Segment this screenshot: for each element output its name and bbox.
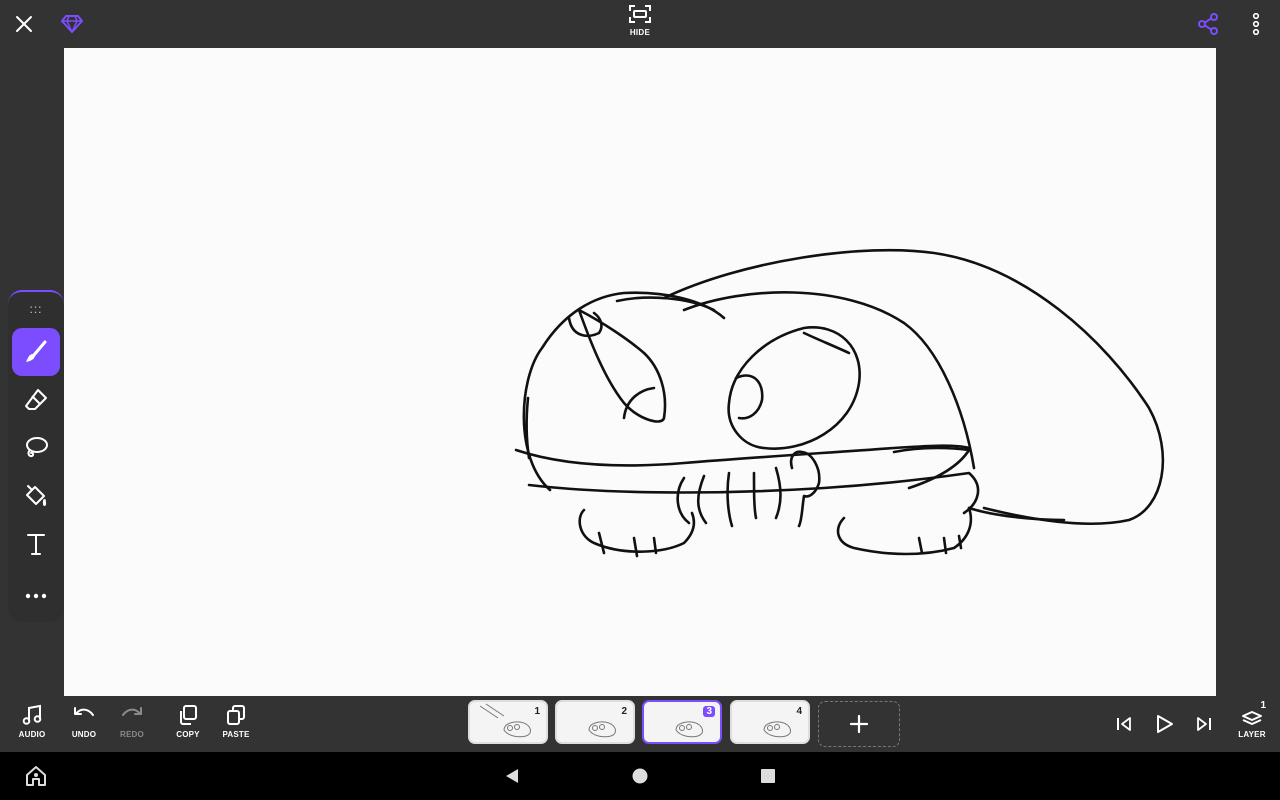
more-horizontal-icon	[25, 593, 47, 599]
undo-button[interactable]: UNDO	[60, 704, 108, 748]
hide-ui-button[interactable]: HIDE	[616, 4, 664, 46]
music-note-icon	[22, 704, 42, 725]
frame-thumbnail-selected[interactable]: 3	[642, 700, 722, 744]
more-menu-button[interactable]	[1244, 8, 1268, 40]
brush-tool[interactable]	[12, 328, 60, 376]
system-nav-bar	[0, 752, 1280, 800]
skip-to-end-icon	[1197, 717, 1211, 731]
lasso-icon	[26, 437, 48, 458]
fullscreen-icon	[629, 5, 651, 23]
text-icon	[27, 534, 45, 555]
more-vertical-icon	[1252, 13, 1260, 35]
frame-thumbnail[interactable]: 4	[730, 700, 810, 744]
layer-label: LAYER	[1238, 730, 1266, 739]
close-icon	[16, 16, 32, 32]
lasso-tool[interactable]	[12, 424, 60, 472]
audio-label: AUDIO	[18, 730, 46, 739]
more-tools-button[interactable]	[12, 572, 60, 620]
share-button[interactable]	[1192, 8, 1224, 40]
paint-bucket-icon	[26, 485, 47, 506]
paste-icon	[227, 705, 245, 725]
brush-icon	[26, 340, 47, 362]
frame-number: 4	[796, 706, 802, 717]
play-button[interactable]	[1148, 708, 1180, 740]
frame-number: 2	[621, 706, 627, 717]
turtle-sketch	[514, 248, 1165, 558]
text-tool[interactable]	[12, 520, 60, 568]
frame-number: 3	[703, 706, 715, 717]
home-circle-icon	[632, 768, 648, 784]
launcher-home-button[interactable]	[22, 764, 50, 788]
copy-button[interactable]: COPY	[164, 704, 212, 748]
tool-panel-grip[interactable]: :::	[8, 302, 64, 316]
undo-label: UNDO	[71, 730, 97, 739]
paste-label: PASTE	[222, 730, 250, 739]
plus-icon	[849, 714, 869, 734]
close-button[interactable]	[8, 8, 40, 40]
back-button[interactable]	[500, 764, 524, 788]
copy-label: COPY	[176, 730, 200, 739]
add-frame-button[interactable]	[818, 701, 900, 747]
copy-icon	[180, 705, 197, 725]
diamond-icon	[61, 15, 83, 33]
frame-thumbnail[interactable]: 1	[468, 700, 548, 744]
layer-count: 1	[1260, 700, 1266, 711]
frame-thumbnail[interactable]: 2	[555, 700, 635, 744]
top-bar: HIDE	[0, 0, 1280, 48]
paste-button[interactable]: PASTE	[212, 704, 260, 748]
eraser-tool[interactable]	[12, 376, 60, 424]
drawing-canvas[interactable]	[64, 48, 1216, 696]
fill-tool[interactable]	[12, 472, 60, 520]
eraser-icon	[25, 389, 47, 410]
tool-panel: :::	[8, 290, 64, 622]
hide-label: HIDE	[629, 28, 651, 37]
redo-icon	[122, 707, 142, 716]
back-icon	[506, 769, 518, 783]
frame-number: 1	[534, 706, 540, 717]
redo-button[interactable]: REDO	[108, 704, 156, 748]
layer-button[interactable]: 1 LAYER	[1228, 700, 1276, 748]
last-frame-button[interactable]	[1188, 708, 1220, 740]
bottom-bar: AUDIO UNDO REDO COPY PASTE 1 LAYER	[0, 696, 1280, 752]
first-frame-button[interactable]	[1108, 708, 1140, 740]
recents-icon	[761, 769, 775, 783]
recents-button[interactable]	[756, 764, 780, 788]
play-icon	[1157, 715, 1173, 733]
premium-button[interactable]	[56, 8, 88, 40]
undo-icon	[74, 707, 94, 716]
redo-label: REDO	[120, 730, 144, 739]
share-icon	[1198, 13, 1218, 35]
audio-button[interactable]: AUDIO	[8, 704, 56, 748]
skip-to-start-icon	[1117, 717, 1131, 731]
home-icon	[26, 766, 46, 786]
home-button[interactable]	[628, 764, 652, 788]
